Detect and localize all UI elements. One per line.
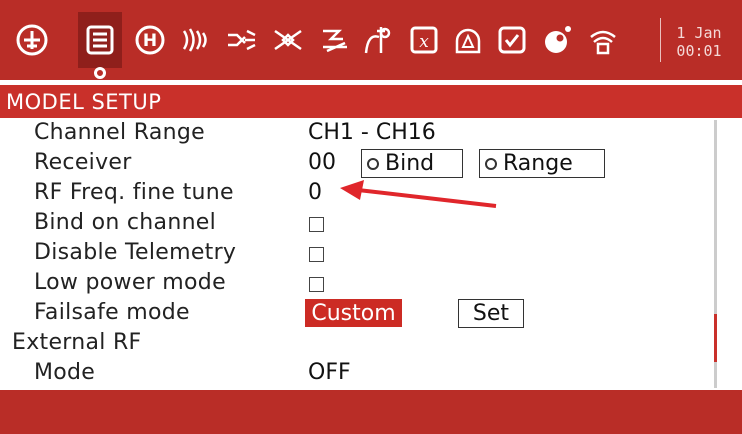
active-page-indicator bbox=[94, 67, 106, 79]
annotation-arrow-icon bbox=[340, 180, 497, 208]
section-header: MODEL SETUP bbox=[0, 82, 742, 118]
curves-icon[interactable] bbox=[356, 12, 400, 68]
scrollbar[interactable] bbox=[714, 120, 717, 388]
telemetry-icon[interactable] bbox=[580, 12, 624, 68]
flight-modes-icon[interactable] bbox=[174, 12, 218, 68]
clock-readout: 1 Jan 00:01 bbox=[666, 24, 732, 60]
channel-range-label: Channel Range bbox=[34, 120, 205, 145]
row-receiver[interactable]: Receiver 00 Bind Range bbox=[0, 148, 700, 178]
disable-telemetry-label: Disable Telemetry bbox=[34, 240, 237, 265]
mixer-icon[interactable] bbox=[266, 12, 310, 68]
row-external-rf: External RF bbox=[0, 328, 700, 358]
time-text: 00:01 bbox=[676, 42, 722, 60]
special-functions-icon[interactable] bbox=[490, 12, 534, 68]
range-button[interactable]: Range bbox=[479, 149, 605, 178]
row-low-power-mode[interactable]: Low power mode bbox=[0, 268, 700, 298]
row-mode[interactable]: Mode OFF bbox=[0, 358, 700, 388]
row-failsafe-mode[interactable]: Failsafe mode Custom Set bbox=[0, 298, 700, 328]
external-rf-heading: External RF bbox=[12, 330, 142, 355]
date-text: 1 Jan bbox=[676, 24, 722, 42]
global-variables-icon[interactable]: x bbox=[402, 12, 446, 68]
range-radio-icon bbox=[485, 157, 497, 170]
logical-switches-icon[interactable] bbox=[446, 12, 490, 68]
rf-freq-value[interactable]: 0 bbox=[308, 180, 322, 205]
failsafe-label: Failsafe mode bbox=[34, 300, 190, 325]
svg-text:x: x bbox=[419, 32, 429, 52]
mode-label: Mode bbox=[34, 360, 96, 385]
low-power-checkbox[interactable] bbox=[309, 277, 324, 292]
bind-radio-icon bbox=[367, 157, 379, 170]
lua-scripts-icon[interactable] bbox=[536, 12, 580, 68]
disable-telemetry-checkbox[interactable] bbox=[309, 247, 324, 262]
heli-icon[interactable]: H bbox=[128, 12, 172, 68]
bottom-status-bar bbox=[0, 390, 742, 434]
bind-button-label: Bind bbox=[385, 151, 435, 176]
row-disable-telemetry[interactable]: Disable Telemetry bbox=[0, 238, 700, 268]
low-power-label: Low power mode bbox=[34, 270, 226, 295]
bind-on-channel-label: Bind on channel bbox=[34, 210, 217, 235]
outputs-icon[interactable] bbox=[312, 12, 356, 68]
bind-button[interactable]: Bind bbox=[361, 149, 463, 178]
receiver-number[interactable]: 00 bbox=[308, 150, 336, 175]
failsafe-set-button[interactable]: Set bbox=[458, 299, 524, 328]
inputs-icon[interactable] bbox=[220, 12, 264, 68]
set-button-label: Set bbox=[472, 301, 510, 326]
bind-on-channel-checkbox[interactable] bbox=[309, 217, 324, 232]
topbar-separator bbox=[660, 18, 661, 62]
top-menu-bar: H x 1 Jan 00:01 bbox=[0, 0, 742, 80]
page-title: MODEL SETUP bbox=[6, 90, 162, 114]
airplane-icon[interactable] bbox=[10, 12, 54, 68]
channel-range-value[interactable]: CH1 - CH16 bbox=[308, 120, 436, 145]
receiver-label: Receiver bbox=[34, 150, 132, 175]
model-setup-list-icon[interactable] bbox=[78, 12, 122, 68]
mode-value[interactable]: OFF bbox=[308, 360, 351, 385]
range-button-label: Range bbox=[503, 151, 573, 176]
scrollbar-thumb[interactable] bbox=[714, 314, 717, 362]
failsafe-mode-value[interactable]: Custom bbox=[305, 299, 402, 327]
settings-list: Channel Range CH1 - CH16 Receiver 00 Bin… bbox=[0, 118, 742, 390]
row-channel-range[interactable]: Channel Range CH1 - CH16 bbox=[0, 118, 700, 148]
svg-text:H: H bbox=[143, 31, 157, 51]
rf-freq-label: RF Freq. fine tune bbox=[34, 180, 234, 205]
